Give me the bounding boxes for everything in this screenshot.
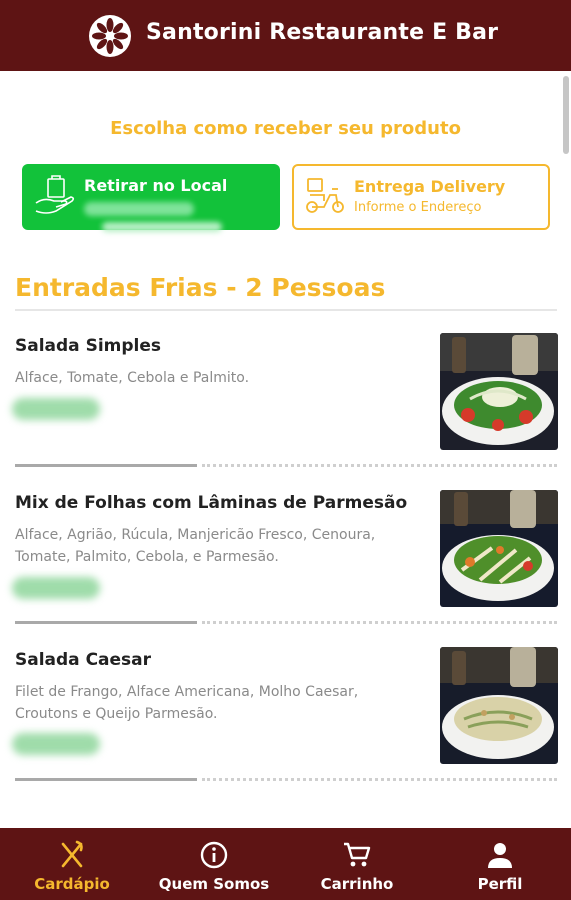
nav-carrinho[interactable]: Carrinho (297, 828, 417, 900)
menu-item-photo (440, 490, 558, 607)
delivery-motorbike-icon (306, 178, 344, 213)
nav-perfil-label: Perfil (477, 875, 523, 893)
nav-quem-somos-label: Quem Somos (158, 875, 270, 893)
info-icon (200, 841, 228, 869)
menu-item-photo (440, 647, 558, 764)
pickup-option-detail-blurred (84, 202, 194, 216)
menu-item-price-blurred (12, 577, 100, 599)
item-separator (15, 464, 197, 467)
nav-quem-somos[interactable]: Quem Somos (154, 828, 274, 900)
delivery-option-title: Entrega Delivery (354, 177, 506, 196)
menu-item-price-blurred (12, 733, 100, 755)
app-title: Santorini Restaurante E Bar (146, 20, 499, 45)
scrollbar-thumb[interactable] (563, 76, 569, 154)
item-separator (15, 778, 197, 781)
person-icon (488, 843, 512, 868)
menu-item-name: Mix de Folhas com Lâminas de Parmesão (15, 493, 408, 513)
pickup-option-detail-blurred-2 (102, 222, 222, 232)
nav-carrinho-label: Carrinho (320, 875, 394, 893)
fork-knife-icon (61, 840, 83, 868)
menu-item-name: Salada Caesar (15, 650, 152, 670)
nav-perfil[interactable]: Perfil (440, 828, 560, 900)
pickup-option-title: Retirar no Local (84, 176, 228, 195)
item-separator-dotted (202, 621, 557, 624)
pickup-option-button[interactable]: Retirar no Local (22, 164, 280, 232)
nav-cardapio[interactable]: Cardápio (12, 828, 132, 900)
delivery-option-subtitle: Informe o Endereço (354, 200, 482, 215)
store-pickup-icon (35, 175, 75, 214)
item-separator (15, 621, 197, 624)
section-divider (15, 309, 557, 311)
item-separator-dotted (202, 778, 557, 781)
flower-logo-icon (89, 15, 131, 57)
delivery-choice-prompt: Escolha como receber seu produto (110, 118, 461, 139)
menu-item-description: Alface, Tomate, Cebola e Palmito. (15, 370, 250, 386)
app-header: Santorini Restaurante E Bar (0, 0, 571, 71)
cart-icon (344, 842, 371, 867)
item-separator-dotted (202, 464, 557, 467)
delivery-option-button[interactable]: Entrega Delivery Informe o Endereço (292, 164, 550, 230)
bottom-navigation: Cardápio Quem Somos Carrinho Perfil (0, 828, 571, 900)
menu-item-description: Alface, Agrião, Rúcula, Manjericão Fresc… (15, 527, 376, 565)
menu-item-name: Salada Simples (15, 336, 162, 356)
section-title: Entradas Frias - 2 Pessoas (15, 273, 386, 302)
nav-cardapio-label: Cardápio (34, 875, 110, 893)
menu-item-price-blurred (12, 398, 100, 420)
menu-item-description: Filet de Frango, Alface Americana, Molho… (15, 684, 359, 722)
menu-item-photo (440, 333, 558, 450)
